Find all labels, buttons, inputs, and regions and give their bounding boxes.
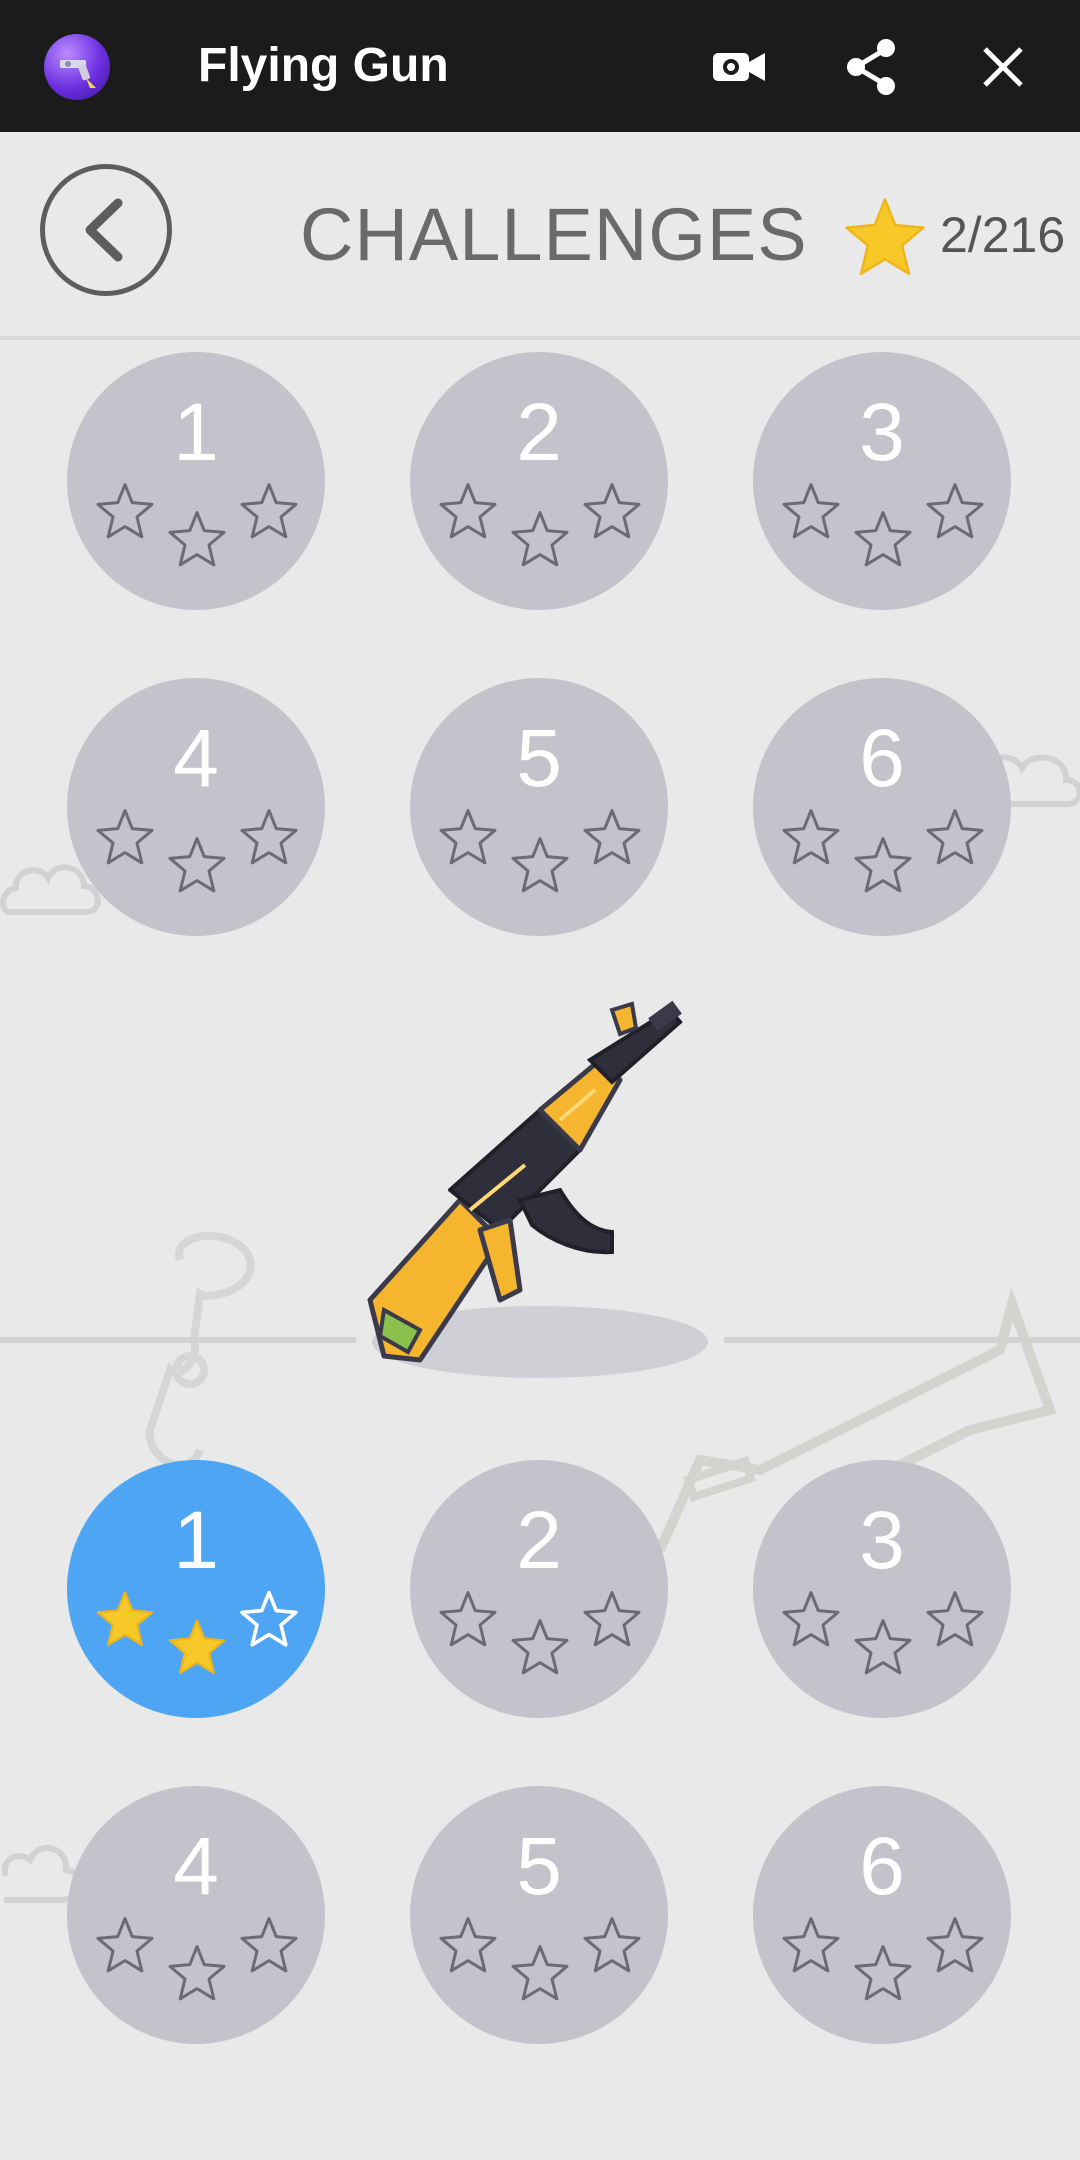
- star-empty-icon: [782, 1917, 840, 1973]
- star-icon: [845, 198, 925, 276]
- section-divider: [724, 1337, 1080, 1343]
- star-empty-icon: [511, 1619, 569, 1675]
- star-empty-icon: [583, 1917, 641, 1973]
- level-number: 3: [859, 387, 905, 478]
- share-icon[interactable]: [838, 34, 904, 100]
- level-button-2[interactable]: 2: [410, 352, 668, 610]
- back-button[interactable]: [40, 164, 172, 296]
- level-button-4[interactable]: 4: [67, 1786, 325, 2044]
- level-number: 2: [516, 1495, 562, 1586]
- section-divider: [0, 1337, 356, 1343]
- star-empty-icon: [511, 837, 569, 893]
- star-empty-icon: [96, 483, 154, 539]
- star-empty-icon: [168, 1945, 226, 2001]
- star-empty-icon: [926, 1917, 984, 1973]
- star-empty-icon: [96, 1917, 154, 1973]
- star-empty-icon: [96, 809, 154, 865]
- star-count: 2/216: [940, 207, 1066, 263]
- level-button-1-selected[interactable]: 1: [67, 1460, 325, 1718]
- level-button-5[interactable]: 5: [410, 678, 668, 936]
- star-empty-icon: [583, 483, 641, 539]
- level-button-6[interactable]: 6: [753, 678, 1011, 936]
- pistol-doodle-icon: [145, 1232, 255, 1469]
- level-button-1[interactable]: 1: [67, 352, 325, 610]
- star-empty-icon: [168, 511, 226, 567]
- star-empty-icon: [854, 1619, 912, 1675]
- star-empty-icon: [511, 511, 569, 567]
- star-empty-icon: [240, 809, 298, 865]
- star-empty-icon: [782, 1591, 840, 1647]
- star-empty-icon: [926, 1591, 984, 1647]
- level-button-4[interactable]: 4: [67, 678, 325, 936]
- star-empty-icon: [240, 1917, 298, 1973]
- level-number: 1: [173, 387, 219, 478]
- app-gun-icon: [44, 34, 110, 100]
- star-empty-icon: [439, 483, 497, 539]
- level-number: 4: [173, 1821, 219, 1912]
- level-button-5[interactable]: 5: [410, 1786, 668, 2044]
- star-empty-icon: [168, 837, 226, 893]
- star-empty-icon: [439, 1917, 497, 1973]
- star-empty-icon: [782, 809, 840, 865]
- star-empty-icon: [583, 1591, 641, 1647]
- star-empty-icon: [240, 483, 298, 539]
- level-button-2[interactable]: 2: [410, 1460, 668, 1718]
- star-empty-icon: [240, 1590, 298, 1647]
- header-divider: [0, 336, 1080, 340]
- close-icon[interactable]: [970, 34, 1036, 100]
- app-top-bar: Flying Gun: [0, 0, 1080, 132]
- star-empty-icon: [439, 809, 497, 865]
- level-number: 6: [859, 1821, 905, 1912]
- star-filled-icon: [96, 1591, 154, 1646]
- level-number: 5: [516, 1821, 562, 1912]
- level-number: 5: [516, 713, 562, 804]
- star-empty-icon: [926, 809, 984, 865]
- star-empty-icon: [782, 483, 840, 539]
- star-empty-icon: [439, 1591, 497, 1647]
- star-empty-icon: [854, 837, 912, 893]
- star-filled-icon: [168, 1619, 226, 1674]
- star-empty-icon: [511, 1945, 569, 2001]
- level-button-3[interactable]: 3: [753, 352, 1011, 610]
- app-title: Flying Gun: [198, 39, 449, 92]
- level-number: 4: [173, 713, 219, 804]
- level-button-3[interactable]: 3: [753, 1460, 1011, 1718]
- star-empty-icon: [583, 809, 641, 865]
- chevron-left-icon: [85, 198, 123, 262]
- level-number: 2: [516, 387, 562, 478]
- star-empty-icon: [854, 511, 912, 567]
- level-button-6[interactable]: 6: [753, 1786, 1011, 2044]
- page-title: CHALLENGES: [300, 193, 808, 276]
- level-number: 3: [859, 1495, 905, 1586]
- level-number: 1: [173, 1495, 219, 1586]
- star-empty-icon: [854, 1945, 912, 2001]
- star-empty-icon: [926, 483, 984, 539]
- rifle-icon: [367, 1000, 708, 1378]
- level-number: 6: [859, 713, 905, 804]
- video-icon[interactable]: [706, 34, 772, 100]
